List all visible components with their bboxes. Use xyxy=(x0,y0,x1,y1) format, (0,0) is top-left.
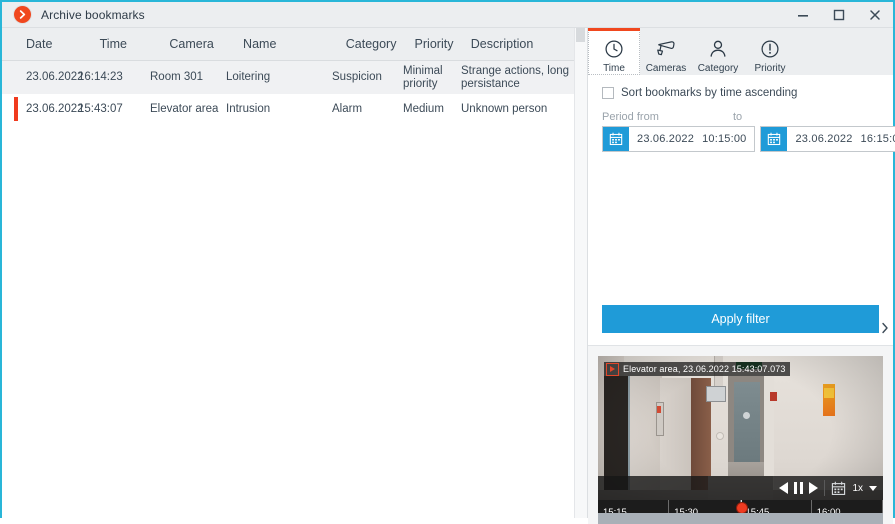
tab-time[interactable]: Time xyxy=(588,28,640,75)
apply-filter-button[interactable]: Apply filter xyxy=(602,305,879,333)
filter-tabs: Time Cameras Category Priority xyxy=(588,28,893,75)
app-logo-icon xyxy=(14,6,31,23)
column-header-category[interactable]: Category xyxy=(346,37,415,51)
archive-bookmarks-window: Archive bookmarks Date Time Camera Name … xyxy=(0,0,895,524)
time-filter-panel: Sort bookmarks by time ascending Period … xyxy=(588,75,895,305)
cell-category: Suspicion xyxy=(332,71,382,83)
period-to-field[interactable]: 23.06.2022 16:15:00 xyxy=(760,126,895,152)
video-bottom-bar xyxy=(598,513,883,524)
play-button[interactable] xyxy=(809,482,819,494)
close-button[interactable] xyxy=(857,2,893,27)
sort-bookmarks-checkbox-row[interactable]: Sort bookmarks by time ascending xyxy=(602,87,879,99)
video-overlay-label: Elevator area, 23.06.2022 15:43:07.073 xyxy=(604,362,791,376)
video-preview-pane: Elevator area, 23.06.2022 15:43:07.073 1… xyxy=(588,346,893,524)
cell-description: Strange actions, long persistance xyxy=(461,64,570,90)
caret-down-icon[interactable] xyxy=(869,485,877,491)
video-controls-bar: 1x xyxy=(598,476,883,500)
pause-button[interactable] xyxy=(794,482,804,494)
column-header-description[interactable]: Description xyxy=(471,37,587,51)
table-body: 23.06.2022 16:14:23 Room 301 Loitering S… xyxy=(2,61,587,124)
cell-category: Alarm xyxy=(332,102,363,115)
minimize-button[interactable] xyxy=(785,2,821,27)
clock-icon xyxy=(604,37,624,61)
cell-date: 23.06.2022 xyxy=(26,71,84,83)
exclamation-circle-icon xyxy=(760,37,780,61)
cell-priority: Medium xyxy=(403,102,444,115)
column-header-priority[interactable]: Priority xyxy=(415,37,471,51)
period-labels-row: Period from to xyxy=(602,111,879,123)
period-fields-row: 23.06.2022 10:15:00 23.06.2022 16:15: xyxy=(602,126,895,152)
tab-category-label: Category xyxy=(697,63,739,74)
playback-speed-value[interactable]: 1x xyxy=(852,483,863,494)
cell-priority: Minimal priority xyxy=(403,64,443,90)
maximize-button[interactable] xyxy=(821,2,857,27)
table-scrollbar[interactable] xyxy=(574,28,587,518)
sort-bookmarks-label: Sort bookmarks by time ascending xyxy=(621,87,798,99)
cell-name: Loitering xyxy=(226,71,271,83)
controls-divider xyxy=(824,480,826,496)
period-to-time[interactable]: 16:15:00 xyxy=(861,133,895,145)
person-icon xyxy=(708,37,728,61)
tab-category[interactable]: Category xyxy=(692,28,744,75)
apply-filter-wrap: Apply filter xyxy=(588,305,893,346)
period-from-time[interactable]: 10:15:00 xyxy=(702,133,754,145)
table-header-row: Date Time Camera Name Category Priority … xyxy=(2,28,587,61)
calendar-icon[interactable] xyxy=(831,481,846,496)
step-back-button[interactable] xyxy=(779,482,789,494)
play-record-icon xyxy=(606,362,619,376)
window-controls xyxy=(785,2,893,27)
main-body: Date Time Camera Name Category Priority … xyxy=(2,28,895,524)
sort-bookmarks-checkbox[interactable] xyxy=(602,87,614,99)
table-row[interactable]: 23.06.2022 16:14:23 Room 301 Loitering S… xyxy=(2,61,587,94)
period-to-label: to xyxy=(733,111,743,123)
title-bar: Archive bookmarks xyxy=(2,2,893,28)
period-from-label: Period from xyxy=(602,111,659,123)
table-scrollbar-thumb[interactable] xyxy=(576,28,585,42)
tab-cameras[interactable]: Cameras xyxy=(640,28,692,75)
filter-preview-pane: Time Cameras Category Priority Sort book… xyxy=(587,28,895,524)
tab-priority[interactable]: Priority xyxy=(744,28,796,75)
tab-time-label: Time xyxy=(603,63,625,74)
table-row[interactable]: 23.06.2022 15:43:07 Elevator area Intrus… xyxy=(2,94,587,124)
video-overlay-text: Elevator area, 23.06.2022 15:43:07.073 xyxy=(623,364,786,374)
cell-time: 15:43:07 xyxy=(78,102,123,115)
cell-time: 16:14:23 xyxy=(78,71,123,83)
cctv-camera-icon xyxy=(656,37,677,61)
bookmarks-table-pane: Date Time Camera Name Category Priority … xyxy=(2,28,587,518)
video-preview[interactable]: Elevator area, 23.06.2022 15:43:07.073 1… xyxy=(598,356,883,524)
cell-name: Intrusion xyxy=(226,102,271,115)
tab-priority-label: Priority xyxy=(754,63,786,74)
row-selected-marker xyxy=(14,97,18,121)
cell-description: Unknown person xyxy=(461,102,548,115)
chevron-right-icon[interactable] xyxy=(879,320,891,336)
column-header-date[interactable]: Date xyxy=(2,37,100,51)
column-header-name[interactable]: Name xyxy=(243,37,346,51)
calendar-icon[interactable] xyxy=(603,127,629,151)
cell-camera: Room 301 xyxy=(150,71,204,83)
period-from-date[interactable]: 23.06.2022 xyxy=(629,133,702,145)
period-from-field[interactable]: 23.06.2022 10:15:00 xyxy=(602,126,756,152)
column-header-time[interactable]: Time xyxy=(100,37,170,51)
column-header-camera[interactable]: Camera xyxy=(169,37,243,51)
cell-camera: Elevator area xyxy=(150,102,219,115)
tab-cameras-label: Cameras xyxy=(645,63,687,74)
window-title: Archive bookmarks xyxy=(41,7,145,22)
calendar-icon[interactable] xyxy=(761,127,788,151)
period-to-date[interactable]: 23.06.2022 xyxy=(787,133,860,145)
